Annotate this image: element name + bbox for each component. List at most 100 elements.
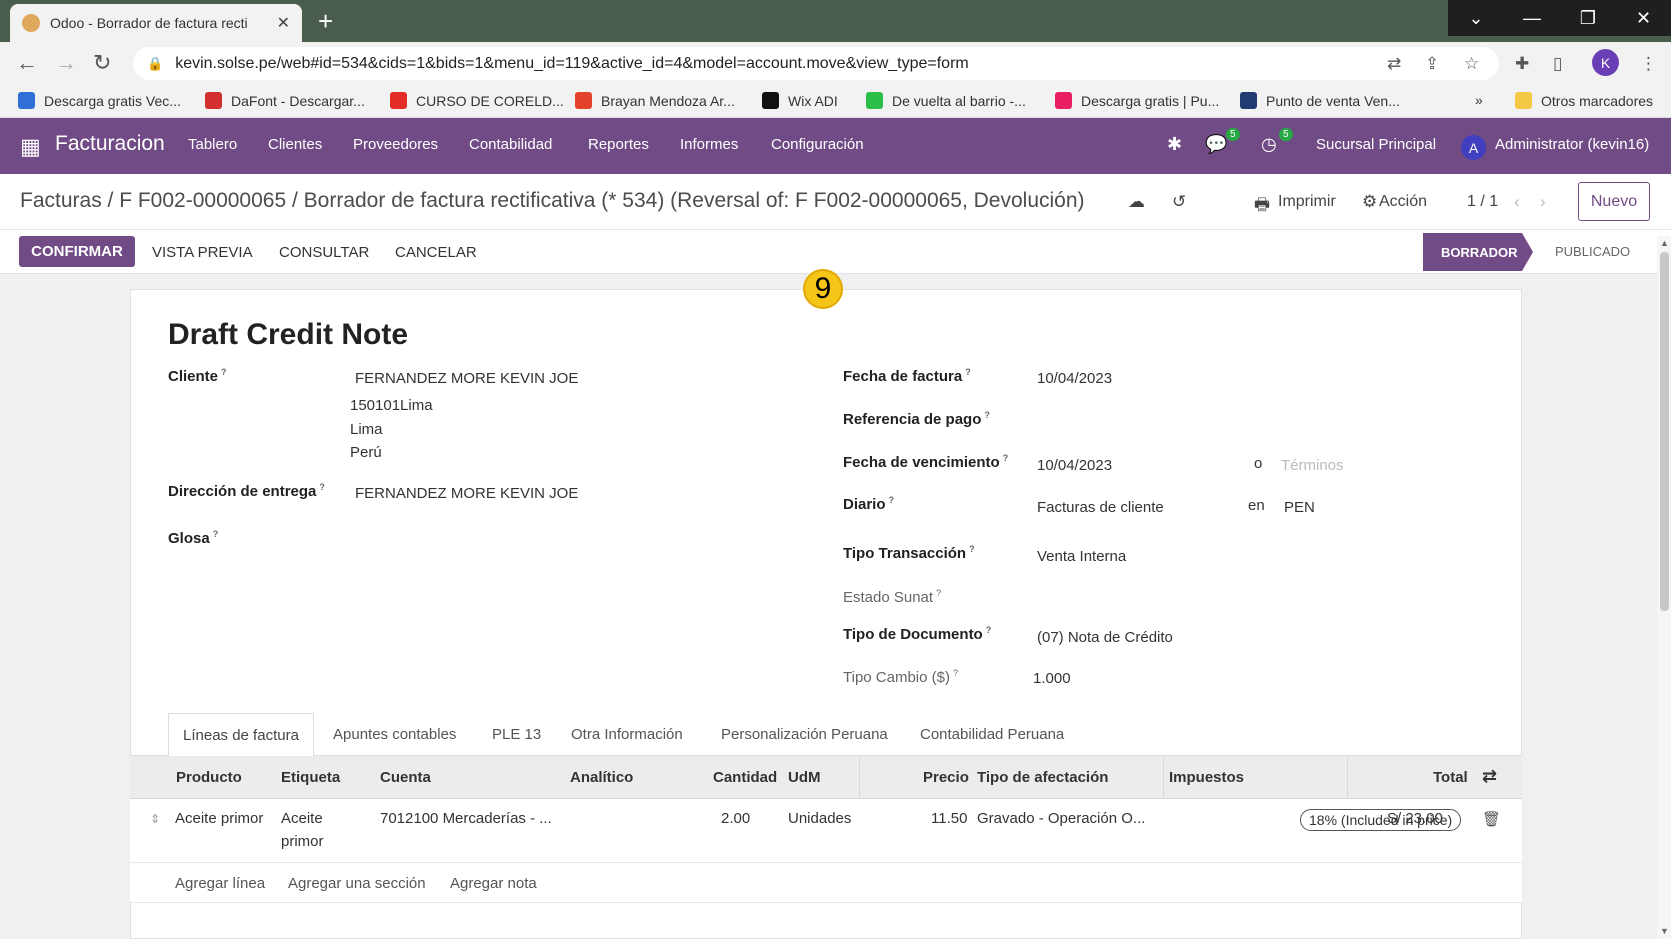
vencimiento-field[interactable]: 10/04/2023 [1037, 457, 1112, 474]
pager-next-icon[interactable]: › [1540, 192, 1546, 212]
profile-avatar[interactable]: K [1592, 49, 1619, 76]
scroll-up-icon[interactable]: ▲ [1660, 238, 1669, 248]
col-udm[interactable]: UdM [788, 769, 821, 786]
user-avatar[interactable]: A [1461, 135, 1486, 160]
invoice-line-row[interactable]: ⇕ Aceite primor Aceite primor 7012100 Me… [130, 799, 1522, 863]
side-panel-icon[interactable]: ▯ [1553, 54, 1562, 74]
bookmark-item[interactable]: Punto de venta Ven... [1240, 92, 1400, 109]
bookmark-item[interactable]: De vuelta al barrio -... [866, 92, 1026, 109]
gear-icon[interactable]: ⚙ [1362, 192, 1377, 212]
help-icon[interactable]: ? [889, 495, 895, 505]
print-button[interactable]: Imprimir [1278, 193, 1336, 211]
menu-configuracion[interactable]: Configuración [771, 136, 864, 153]
bookmark-item[interactable]: Descarga gratis | Pu... [1055, 92, 1219, 109]
tab-apuntes-contables[interactable]: Apuntes contables [333, 726, 456, 743]
cell-cantidad[interactable]: 2.00 [721, 810, 750, 827]
minimize-icon[interactable]: — [1504, 0, 1560, 36]
pager-value[interactable]: 1 / 1 [1467, 193, 1498, 211]
diario-field[interactable]: Facturas de cliente [1037, 499, 1164, 516]
breadcrumb[interactable]: Facturas / F F002-00000065 / Borrador de… [20, 189, 1085, 213]
menu-clientes[interactable]: Clientes [268, 136, 322, 153]
help-icon[interactable]: ? [984, 410, 990, 420]
bookmark-item[interactable]: Brayan Mendoza Ar... [575, 92, 735, 109]
tipo-documento-field[interactable]: (07) Nota de Crédito [1037, 629, 1173, 646]
extensions-icon[interactable]: ✚ [1515, 54, 1529, 74]
tab-contabilidad-peruana[interactable]: Contabilidad Peruana [920, 726, 1064, 743]
discard-undo-icon[interactable]: ↺ [1172, 192, 1186, 212]
help-icon[interactable]: ? [965, 367, 971, 377]
bookmark-item[interactable]: CURSO DE CORELD... [390, 92, 564, 109]
tab-otra-informacion[interactable]: Otra Información [571, 726, 683, 743]
terminos-field[interactable]: Términos [1281, 457, 1344, 474]
cancel-button[interactable]: CANCELAR [395, 244, 477, 261]
trash-icon[interactable]: 🗑 [1482, 810, 1501, 828]
user-menu[interactable]: Administrator (kevin16) [1495, 136, 1649, 153]
col-tipo-afectacion[interactable]: Tipo de afectación [977, 769, 1108, 786]
add-line-link[interactable]: Agregar línea [175, 875, 265, 892]
confirm-button[interactable]: CONFIRMAR [19, 236, 135, 267]
preview-button[interactable]: VISTA PREVIA [152, 244, 253, 261]
other-bookmarks[interactable]: Otros marcadores [1515, 92, 1653, 109]
bookmark-item[interactable]: Wix ADI [762, 92, 838, 109]
menu-reportes[interactable]: Reportes [588, 136, 649, 153]
currency-field[interactable]: PEN [1284, 499, 1315, 516]
optional-columns-icon[interactable]: ⇄ [1482, 766, 1497, 787]
page-scrollbar[interactable]: ▲ ▼ [1657, 236, 1671, 939]
col-producto[interactable]: Producto [176, 769, 242, 786]
forward-icon[interactable]: → [55, 50, 77, 76]
help-icon[interactable]: ? [319, 482, 325, 492]
consult-button[interactable]: CONSULTAR [279, 244, 369, 261]
print-icon[interactable]: 🖶 [1254, 192, 1270, 221]
apps-grid-icon[interactable]: ▦ [20, 134, 41, 160]
col-etiqueta[interactable]: Etiqueta [281, 769, 340, 786]
menu-informes[interactable]: Informes [680, 136, 738, 153]
bookmark-star-icon[interactable]: ☆ [1464, 54, 1479, 74]
cell-tipo-afectacion[interactable]: Gravado - Operación O... [977, 810, 1145, 827]
url-bar[interactable]: 🔒 kevin.solse.pe/web#id=534&cids=1&bids=… [133, 47, 1499, 80]
share-icon[interactable]: ⇪ [1425, 54, 1439, 74]
action-menu[interactable]: Acción [1379, 193, 1427, 211]
status-borrador[interactable]: BORRADOR [1423, 233, 1533, 271]
help-icon[interactable]: ? [969, 544, 975, 554]
scroll-down-icon[interactable]: ▼ [1660, 926, 1669, 936]
pager-prev-icon[interactable]: ‹ [1514, 192, 1520, 212]
help-icon[interactable]: ? [213, 529, 219, 539]
cell-etiqueta[interactable]: Aceite [281, 810, 323, 827]
tab-personalizacion-peruana[interactable]: Personalización Peruana [721, 726, 888, 743]
fecha-factura-field[interactable]: 10/04/2023 [1037, 370, 1112, 387]
close-tab-icon[interactable]: ✕ [277, 13, 290, 33]
menu-tablero[interactable]: Tablero [188, 136, 237, 153]
cliente-field[interactable]: FERNANDEZ MORE KEVIN JOE [355, 370, 578, 387]
add-section-link[interactable]: Agregar una sección [288, 875, 426, 892]
new-button[interactable]: Nuevo [1578, 182, 1650, 221]
browser-menu-icon[interactable]: ⋮ [1640, 54, 1657, 74]
col-precio[interactable]: Precio [923, 769, 969, 786]
col-total[interactable]: Total [1433, 769, 1468, 786]
help-icon[interactable]: ? [986, 625, 992, 635]
bookmark-item[interactable]: Descarga gratis Vec... [18, 92, 181, 109]
chat-icon[interactable]: 💬 [1205, 134, 1227, 155]
save-cloud-icon[interactable]: ☁ [1128, 192, 1145, 212]
browser-tab[interactable]: Odoo - Borrador de factura recti ✕ [10, 4, 302, 42]
back-icon[interactable]: ← [16, 50, 38, 76]
tab-ple-13[interactable]: PLE 13 [492, 726, 541, 743]
tab-search-icon[interactable]: ⌄ [1448, 0, 1504, 36]
cell-producto[interactable]: Aceite primor [175, 810, 263, 827]
debug-bug-icon[interactable]: ✱ [1167, 134, 1182, 155]
help-icon[interactable]: ? [953, 668, 958, 678]
col-analitico[interactable]: Analítico [570, 769, 633, 786]
activity-clock-icon[interactable]: ◷ [1261, 134, 1277, 155]
entrega-field[interactable]: FERNANDEZ MORE KEVIN JOE [355, 485, 578, 502]
col-cuenta[interactable]: Cuenta [380, 769, 431, 786]
help-icon[interactable]: ? [1003, 453, 1009, 463]
new-tab-button[interactable]: + [318, 6, 333, 37]
translate-icon[interactable]: ⇄ [1387, 54, 1401, 74]
restore-icon[interactable]: ❐ [1560, 0, 1616, 36]
add-note-link[interactable]: Agregar nota [450, 875, 537, 892]
close-window-icon[interactable]: ✕ [1616, 0, 1671, 36]
cell-udm[interactable]: Unidades [788, 810, 851, 827]
scroll-thumb[interactable] [1660, 252, 1669, 611]
tab-lineas-factura[interactable]: Líneas de factura [168, 713, 314, 757]
col-cantidad[interactable]: Cantidad [713, 769, 777, 786]
bookmark-item[interactable]: DaFont - Descargar... [205, 92, 365, 109]
